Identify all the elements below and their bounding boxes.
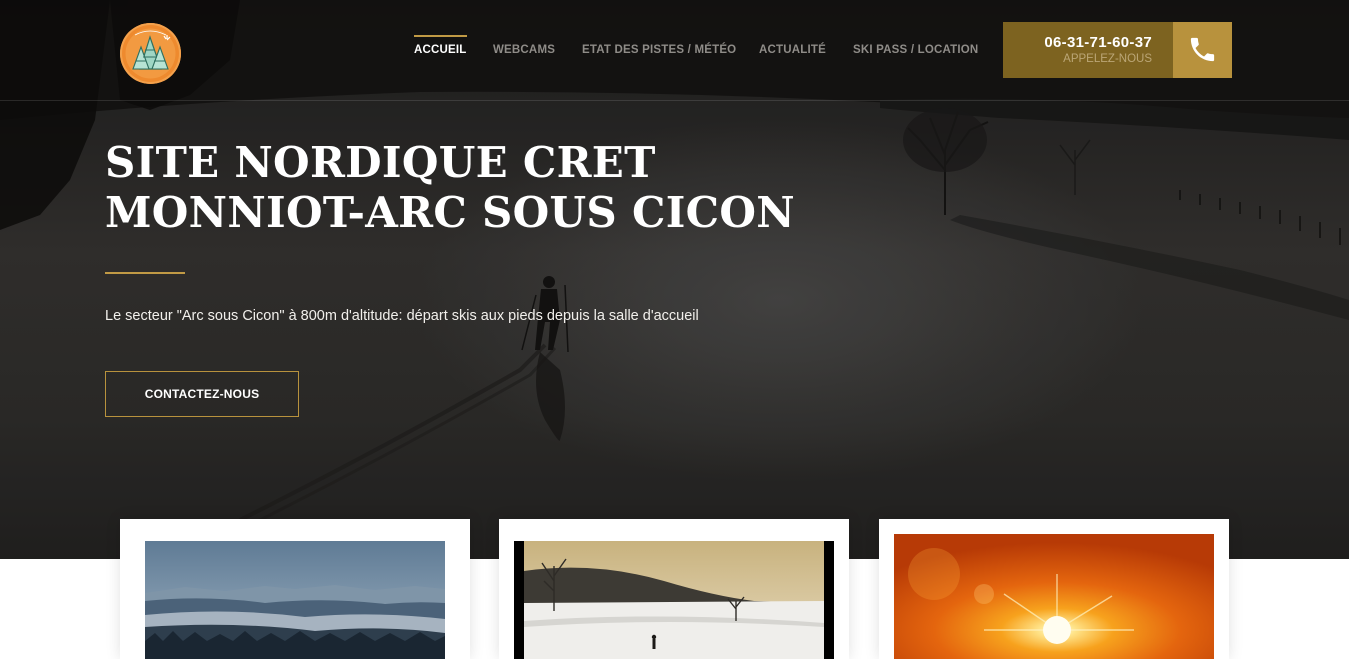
mountain-panorama-image bbox=[145, 541, 445, 659]
title-divider bbox=[105, 272, 185, 274]
nav-item-actualite[interactable]: ACTUALITÉ bbox=[759, 44, 826, 56]
nav-item-etat-des-pistes[interactable]: ETAT DES PISTES / MÉTÉO bbox=[582, 44, 736, 56]
ski-resort-logo-icon bbox=[125, 28, 176, 79]
sunset-sun-image bbox=[894, 534, 1214, 659]
card-snow-field[interactable] bbox=[499, 519, 849, 659]
snowy-field-skier-image bbox=[514, 541, 834, 659]
nav-item-label: SKI PASS / LOCATION bbox=[853, 44, 979, 56]
site-logo[interactable] bbox=[120, 23, 181, 84]
nav-item-label: WEBCAMS bbox=[493, 44, 556, 56]
snowy-landscape-image bbox=[0, 0, 1349, 559]
card-mountain[interactable] bbox=[120, 519, 470, 659]
contact-button[interactable]: CONTACTEZ-NOUS bbox=[105, 371, 299, 417]
header-divider bbox=[0, 100, 1349, 101]
nav-item-label: ACCUEIL bbox=[414, 44, 467, 56]
hero-description: Le secteur "Arc sous Cicon" à 800m d'alt… bbox=[105, 308, 699, 324]
phone-call-label: APPELEZ-NOUS bbox=[1063, 53, 1152, 65]
hero-title: SITE NORDIQUE CRET MONNIOT-ARC SOUS CICO… bbox=[105, 138, 795, 238]
hero-title-line-2: MONNIOT-ARC SOUS CICON bbox=[105, 188, 795, 237]
nav-item-label: ETAT DES PISTES / MÉTÉO bbox=[582, 44, 737, 56]
active-nav-indicator bbox=[414, 35, 467, 37]
phone-button[interactable] bbox=[1173, 22, 1232, 78]
nav-item-label: ACTUALITÉ bbox=[759, 44, 826, 56]
hero-title-line-1: SITE NORDIQUE CRET bbox=[105, 138, 656, 187]
nav-item-accueil[interactable]: ACCUEIL bbox=[414, 35, 467, 56]
nav-item-ski-pass[interactable]: SKI PASS / LOCATION bbox=[853, 44, 978, 56]
phone-icon bbox=[1190, 37, 1215, 62]
phone-contact[interactable]: 06-31-71-60-37 APPELEZ-NOUS bbox=[1003, 22, 1173, 78]
card-sunset[interactable] bbox=[879, 519, 1229, 659]
phone-number[interactable]: 06-31-71-60-37 bbox=[1044, 34, 1152, 51]
hero-background bbox=[0, 0, 1349, 559]
nav-item-webcams[interactable]: WEBCAMS bbox=[493, 44, 555, 56]
